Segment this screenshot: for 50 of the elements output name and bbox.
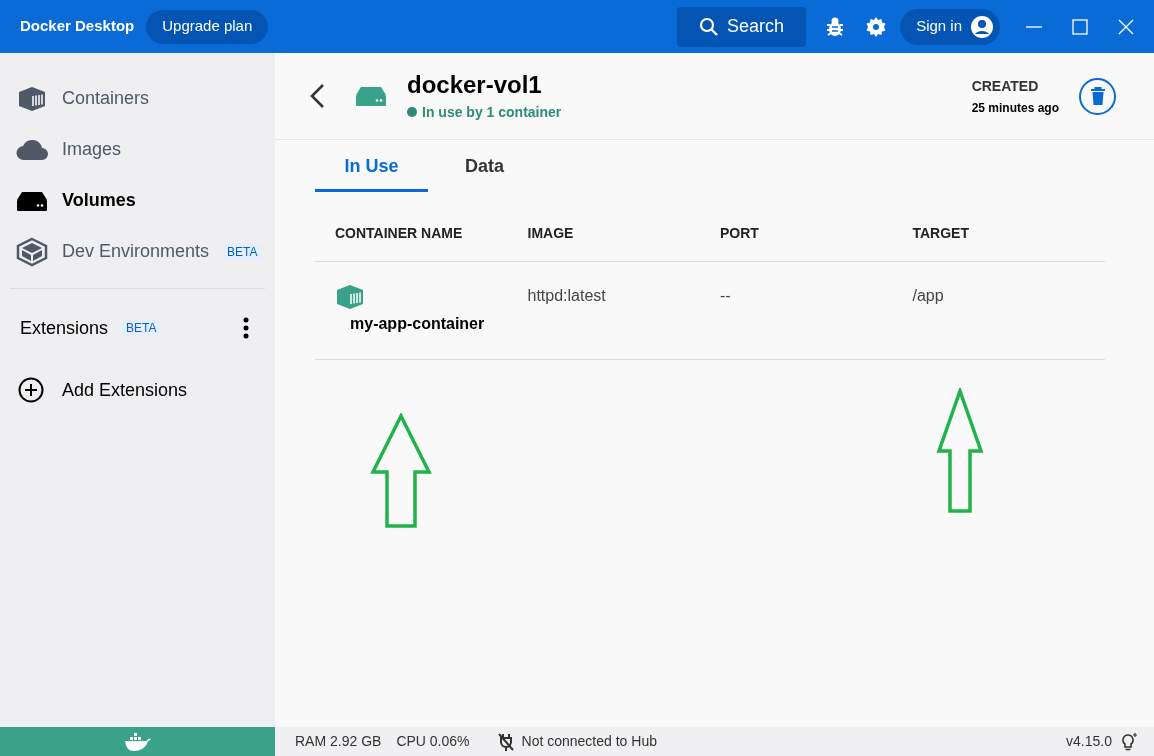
bug-icon[interactable] [826,16,845,37]
maximize-icon[interactable] [1072,18,1088,35]
created-time: 25 minutes ago [971,99,1059,117]
volume-icon [16,189,48,212]
table-cell-text: /app [912,286,945,306]
volume-icon [355,85,387,107]
close-icon[interactable] [1118,18,1134,35]
table-cell-text: -- [720,286,732,306]
more-icon[interactable] [243,317,249,339]
hub-status: Not connected to Hub [521,732,657,751]
sidebar-item[interactable]: Containers [0,73,275,124]
sidebar-item[interactable]: Images [0,124,275,175]
delete-button[interactable] [1079,77,1116,115]
container-icon [16,85,48,112]
sign-in-button[interactable]: Sign in [900,8,1000,45]
search-button[interactable]: Search [677,6,807,47]
plus-circle-icon [18,377,44,403]
column-header: IMAGE [527,224,575,243]
container-name-link[interactable]: my-app-container [350,312,485,336]
back-icon[interactable] [309,83,325,109]
extensions-heading: Extensions [20,316,109,340]
app-name: Docker Desktop [20,16,135,37]
sidebar-item[interactable]: Volumes [0,175,275,226]
whale-icon[interactable] [123,731,152,752]
volume-status: In use by 1 container [422,102,562,122]
column-header: CONTAINER NAME [335,224,464,243]
settings-icon[interactable] [866,16,887,37]
cloud-icon [16,138,48,161]
tab[interactable]: Data [428,144,541,192]
add-extensions-item[interactable]: Add Extensions [0,365,275,415]
column-header: TARGET [912,224,970,243]
table-cell-text: httpd:latest [527,286,607,306]
sidebar-item[interactable]: Dev Environments BETA [0,226,275,277]
created-label: CREATED [971,76,1040,96]
cube-icon [16,236,48,267]
lightbulb-icon[interactable] [1120,731,1140,752]
beta-badge: BETA [223,242,262,261]
user-avatar-icon [970,14,994,39]
volume-name: docker-vol1 [407,69,543,100]
column-header: PORT [720,224,760,243]
version-label: v4.15.0 [1066,732,1112,751]
tab[interactable]: In Use [315,144,428,192]
unplugged-icon [497,732,514,751]
container-icon [335,284,365,310]
search-icon [699,16,720,37]
trash-icon [1090,87,1105,105]
cpu-usage: CPU 0.06% [396,732,470,751]
beta-badge: BETA [122,319,161,337]
upgrade-plan-button[interactable]: Upgrade plan [146,9,269,44]
ram-usage: RAM 2.92 GB [295,732,382,751]
